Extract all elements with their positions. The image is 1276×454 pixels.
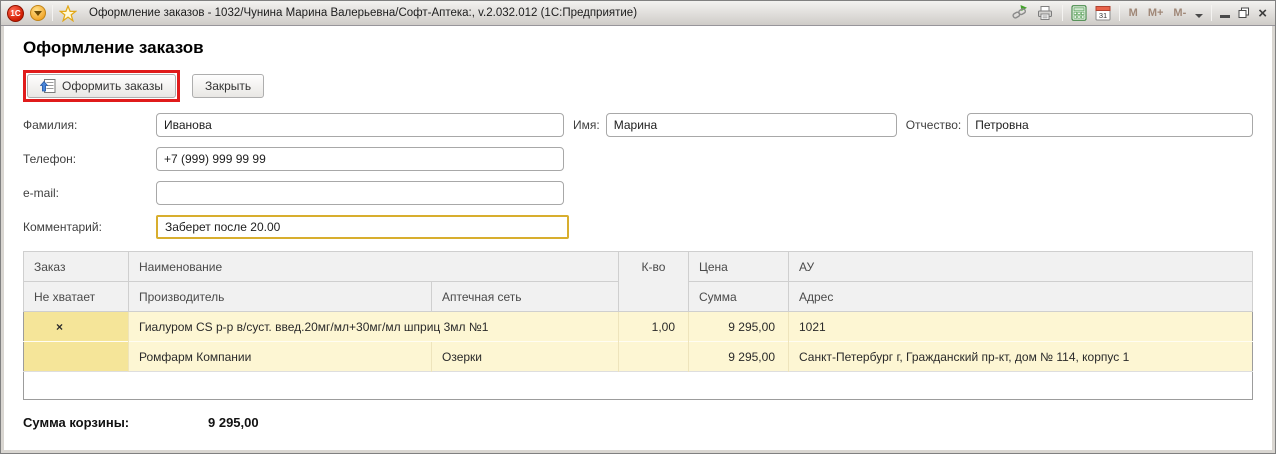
order-item-qty[interactable]: 1,00 bbox=[619, 312, 689, 342]
order-item-sum[interactable]: 9 295,00 bbox=[689, 342, 789, 372]
name-row: Фамилия: Имя: Отчество: bbox=[23, 113, 1253, 137]
titlebar-separator bbox=[1062, 5, 1063, 21]
form-content: Оформление заказов Оформить заказы Закры… bbox=[5, 27, 1271, 449]
comment-row: Комментарий: bbox=[23, 215, 1253, 239]
chevron-down-icon bbox=[34, 11, 42, 16]
lastname-input[interactable] bbox=[156, 113, 564, 137]
calculator-icon[interactable] bbox=[1071, 5, 1087, 21]
order-item-name[interactable]: Гиалуром CS р-р в/суст. введ.20мг/мл+30м… bbox=[129, 312, 619, 342]
header-address: Адрес bbox=[789, 282, 1253, 312]
orders-table-header-row-1: Заказ Наименование К-во Цена АУ bbox=[24, 252, 1253, 282]
close-form-label: Закрыть bbox=[205, 79, 251, 93]
middlename-input[interactable] bbox=[967, 113, 1253, 137]
memory-m-button[interactable]: M bbox=[1128, 7, 1139, 19]
cart-total-label: Сумма корзины: bbox=[23, 415, 208, 430]
favorites-star-icon[interactable] bbox=[59, 5, 77, 22]
phone-label: Телефон: bbox=[23, 152, 156, 166]
memory-m-minus-button[interactable]: M- bbox=[1172, 7, 1187, 19]
firstname-label: Имя: bbox=[573, 118, 600, 132]
header-missing: Не хватает bbox=[24, 282, 129, 312]
titlebar: 1С Оформление заказов - 1032/Чунина Мари… bbox=[1, 1, 1275, 26]
comment-label: Комментарий: bbox=[23, 220, 156, 234]
link-icon[interactable] bbox=[1011, 5, 1028, 21]
order-item-pharmacy-chain[interactable]: Озерки bbox=[432, 342, 619, 372]
missing-mark-icon[interactable]: × bbox=[24, 312, 129, 342]
orders-table-empty-area[interactable] bbox=[24, 372, 1253, 400]
header-sum: Сумма bbox=[689, 282, 789, 312]
memory-m-plus-button[interactable]: M+ bbox=[1147, 7, 1165, 19]
header-pharmacy-chain: Аптечная сеть bbox=[432, 282, 619, 312]
print-icon[interactable] bbox=[1036, 5, 1054, 21]
order-row-line-2[interactable]: Ромфарм Компании Озерки 9 295,00 Санкт-П… bbox=[24, 342, 1253, 372]
red-annotation-box: Оформить заказы bbox=[23, 70, 180, 102]
app-window: 1С Оформление заказов - 1032/Чунина Мари… bbox=[0, 0, 1276, 454]
minimize-icon bbox=[1220, 15, 1230, 18]
header-price: Цена bbox=[689, 252, 789, 282]
minimize-button[interactable] bbox=[1220, 8, 1230, 18]
page-title: Оформление заказов bbox=[23, 38, 1253, 58]
cart-total-row: Сумма корзины: 9 295,00 bbox=[23, 415, 1253, 430]
main-menu-dropdown-icon[interactable] bbox=[30, 5, 46, 21]
close-form-button[interactable]: Закрыть bbox=[192, 74, 264, 98]
titlebar-tools: 31 M M+ M- × bbox=[1011, 5, 1267, 21]
calc-dropdown-icon[interactable] bbox=[1195, 14, 1203, 18]
order-row-line-1[interactable]: × Гиалуром CS р-р в/суст. введ.20мг/мл+3… bbox=[24, 312, 1253, 342]
lastname-label: Фамилия: bbox=[23, 118, 156, 132]
email-label: e-mail: bbox=[23, 186, 156, 200]
close-button[interactable]: × bbox=[1258, 6, 1267, 21]
calendar-icon[interactable]: 31 bbox=[1095, 5, 1111, 21]
submit-orders-label: Оформить заказы bbox=[62, 79, 163, 93]
middlename-label: Отчество: bbox=[906, 118, 962, 132]
star-icon bbox=[59, 5, 77, 22]
order-item-address[interactable]: Санкт-Петербург г, Гражданский пр-кт, до… bbox=[789, 342, 1253, 372]
email-row: e-mail: bbox=[23, 181, 1253, 205]
1c-logo-icon[interactable]: 1С bbox=[7, 5, 24, 22]
order-item-manufacturer[interactable]: Ромфарм Компании bbox=[129, 342, 432, 372]
comment-input[interactable] bbox=[156, 215, 569, 239]
orders-table: Заказ Наименование К-во Цена АУ Не хвата… bbox=[23, 251, 1253, 400]
svg-text:31: 31 bbox=[1098, 11, 1106, 20]
cart-total-value: 9 295,00 bbox=[208, 415, 259, 430]
order-item-missing-empty[interactable] bbox=[24, 342, 129, 372]
command-bar: Оформить заказы Закрыть bbox=[23, 70, 1253, 102]
titlebar-separator bbox=[1119, 5, 1120, 21]
order-item-price[interactable]: 9 295,00 bbox=[689, 312, 789, 342]
header-au: АУ bbox=[789, 252, 1253, 282]
submit-orders-button[interactable]: Оформить заказы bbox=[27, 74, 176, 98]
phone-row: Телефон: bbox=[23, 147, 1253, 171]
titlebar-separator bbox=[1211, 5, 1212, 21]
firstname-input[interactable] bbox=[606, 113, 897, 137]
order-item-qty-empty[interactable] bbox=[619, 342, 689, 372]
window-title: Оформление заказов - 1032/Чунина Марина … bbox=[89, 7, 637, 19]
header-qty: К-во bbox=[619, 252, 689, 312]
restore-icon bbox=[1238, 7, 1250, 19]
header-name: Наименование bbox=[129, 252, 619, 282]
submit-orders-icon bbox=[40, 78, 56, 94]
header-manufacturer: Производитель bbox=[129, 282, 432, 312]
header-order: Заказ bbox=[24, 252, 129, 282]
titlebar-separator bbox=[52, 5, 53, 21]
email-input[interactable] bbox=[156, 181, 564, 205]
restore-button[interactable] bbox=[1238, 7, 1250, 19]
phone-input[interactable] bbox=[156, 147, 564, 171]
order-item-au[interactable]: 1021 bbox=[789, 312, 1253, 342]
